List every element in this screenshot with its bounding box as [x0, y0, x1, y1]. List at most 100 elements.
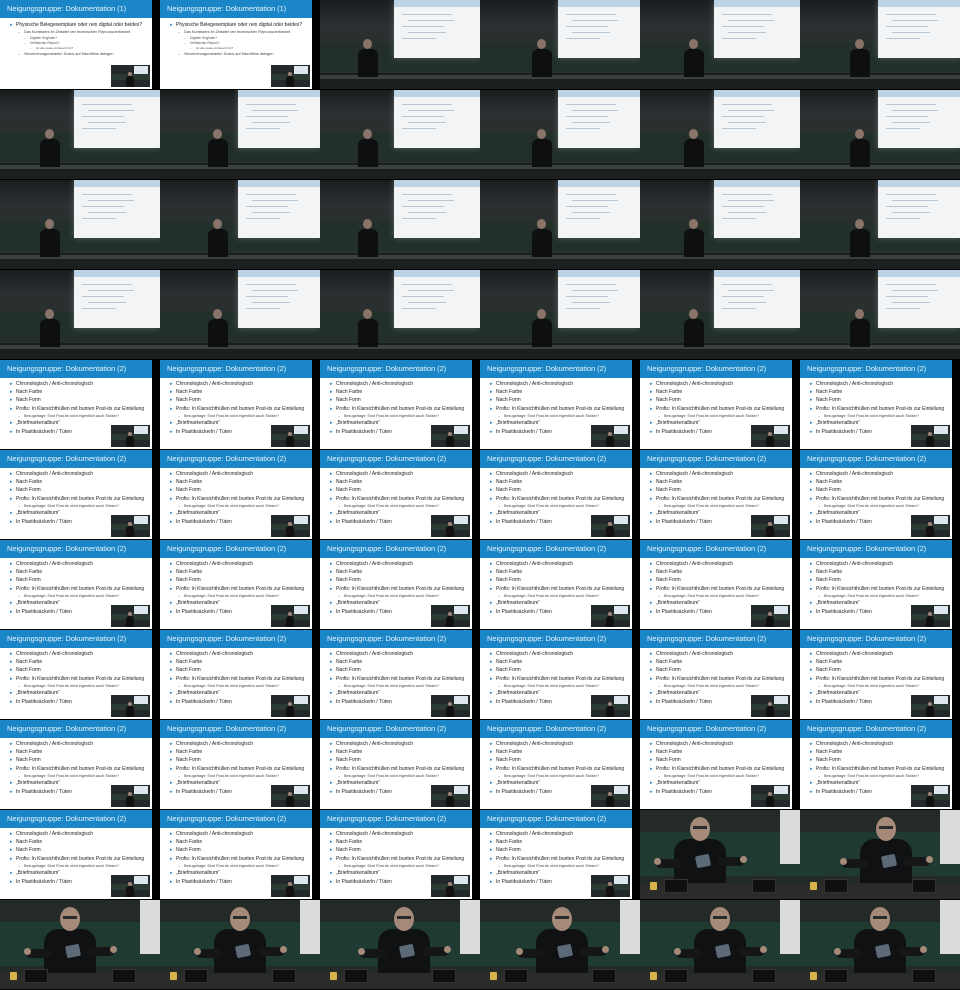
slide-bullet: Nach Farbe	[650, 568, 792, 576]
video-frame-thumbnail: Neigungsgruppe: Dokumentation (2) Chronol…	[480, 630, 632, 719]
projected-text-line	[402, 218, 436, 219]
video-frame-thumbnail: Neigungsgruppe: Dokumentation (1) Physisc…	[0, 0, 152, 89]
speaker-inset-thumbnail	[111, 605, 150, 627]
slide-bullet: Nach Farbe	[10, 388, 152, 396]
projection-screen	[394, 90, 480, 148]
projection-screen-edge	[620, 900, 640, 954]
projected-slide-header	[558, 180, 640, 187]
slide-title-bar: Neigungsgruppe: Dokumentation (2)	[320, 720, 472, 738]
laptop	[112, 969, 136, 983]
video-frame-thumbnail	[480, 180, 640, 269]
slide-title-bar: Neigungsgruppe: Dokumentation (2)	[160, 630, 312, 648]
projected-text-line	[402, 38, 436, 39]
slide-bullet: Chronologisch / Anti-chronologisch	[10, 560, 152, 568]
speaker-glasses	[693, 826, 707, 829]
speaker-body	[850, 139, 870, 167]
video-frame-thumbnail: Neigungsgruppe: Dokumentation (2) Chronol…	[640, 360, 792, 449]
slide-bullet: Das Kunstwerk im Zeitalter der technisch…	[18, 29, 152, 36]
slide-bullet: Nach Form	[490, 396, 632, 404]
speaker-inset-thumbnail	[271, 65, 310, 87]
video-frame-thumbnail	[320, 900, 480, 989]
slide-title: Neigungsgruppe: Dokumentation (2)	[327, 454, 447, 463]
projected-slide-header	[878, 180, 960, 187]
slide-bullet: Chronologisch / Anti-chronologisch	[490, 740, 632, 748]
speaker-glasses	[873, 916, 887, 919]
video-frame-thumbnail: Neigungsgruppe: Dokumentation (2) Chronol…	[160, 810, 312, 899]
slide-title: Neigungsgruppe: Dokumentation (2)	[167, 454, 287, 463]
inset-speaker-body	[286, 706, 294, 717]
projected-text-line	[252, 212, 290, 213]
projected-text-line	[886, 218, 920, 219]
projected-text-line	[722, 26, 764, 27]
speaker-body	[684, 139, 704, 167]
speaker-inset-thumbnail	[591, 695, 630, 717]
projected-text-line	[252, 122, 290, 123]
speaker-body	[40, 139, 60, 167]
speaker-body	[358, 229, 378, 257]
projected-text-line	[82, 284, 132, 285]
slide-bullet: Nach Form	[330, 756, 472, 764]
video-frame-thumbnail: Neigungsgruppe: Dokumentation (2) Chronol…	[640, 540, 792, 629]
slide-bullet: Bezugsfrage: Sind Post-its nicht eigentl…	[658, 683, 792, 690]
slide-bullet: Chronologisch / Anti-chronologisch	[170, 740, 312, 748]
cup	[490, 972, 497, 980]
projected-text-line	[246, 296, 288, 297]
speaker-head	[213, 309, 222, 319]
slide-title: Neigungsgruppe: Dokumentation (2)	[167, 634, 287, 643]
slide-title: Neigungsgruppe: Dokumentation (2)	[167, 364, 287, 373]
slide-bullet: Nach Farbe	[170, 478, 312, 486]
inset-projection-screen	[774, 606, 788, 614]
slide-bullet: Nach Form	[490, 666, 632, 674]
inset-projection-screen	[134, 696, 148, 704]
projected-text-line	[572, 200, 618, 201]
inset-projection-screen	[294, 516, 308, 524]
video-frame-thumbnail	[0, 180, 160, 269]
speaker-hand	[674, 948, 681, 955]
slide-bullet: Profis: In Klarsichthüllen mit bunten Po…	[490, 675, 632, 683]
projected-text-line	[892, 122, 930, 123]
slide-title: Neigungsgruppe: Dokumentation (2)	[7, 724, 127, 733]
projected-text-line	[886, 38, 920, 39]
lecture-desk	[480, 165, 640, 169]
inset-projection-screen	[934, 786, 948, 794]
slide-title: Neigungsgruppe: Dokumentation (2)	[7, 544, 127, 553]
projected-slide-header	[74, 180, 160, 187]
inset-speaker-body	[446, 706, 454, 717]
slide-title-bar: Neigungsgruppe: Dokumentation (2)	[0, 540, 152, 558]
slide-bullet: Bezugsfrage: Sind Post-its nicht eigentl…	[338, 863, 472, 870]
projection-screen	[878, 90, 960, 148]
slide-title: Neigungsgruppe: Dokumentation (2)	[647, 454, 767, 463]
projected-slide-header	[714, 180, 800, 187]
projection-screen	[394, 0, 480, 58]
inset-speaker-body	[286, 76, 294, 87]
projected-text-line	[722, 296, 764, 297]
projected-text-line	[82, 308, 116, 309]
inset-projection-screen	[454, 426, 468, 434]
slide-bullet: Nach Farbe	[330, 748, 472, 756]
video-frame-thumbnail	[0, 900, 160, 989]
slide-bullet: Bezugsfrage: Sind Post-its nicht eigentl…	[18, 593, 152, 600]
slide-bullet: Bezugsfrage: Sind Post-its nicht eigentl…	[818, 773, 952, 780]
slide-bullet: Nach Farbe	[650, 748, 792, 756]
slide-bullet: Nach Form	[170, 666, 312, 674]
video-frame-thumbnail	[320, 270, 480, 359]
slide-bullet: Chronologisch / Anti-chronologisch	[650, 740, 792, 748]
inset-speaker-body	[926, 616, 934, 627]
speaker-hand	[926, 856, 933, 863]
projected-slide-header	[394, 270, 480, 277]
slide-title-bar: Neigungsgruppe: Dokumentation (2)	[0, 630, 152, 648]
speaker-inset-thumbnail	[751, 425, 790, 447]
slide-bullet: Chronologisch / Anti-chronologisch	[330, 650, 472, 658]
projected-text-line	[886, 104, 936, 105]
speaker-inset-thumbnail	[751, 605, 790, 627]
video-frame-thumbnail: Neigungsgruppe: Dokumentation (2) Chronol…	[640, 630, 792, 719]
speaker-inset-thumbnail	[911, 425, 950, 447]
inset-projection-screen	[774, 516, 788, 524]
slide-bullet: Das Kunstwerk im Zeitalter der technisch…	[178, 29, 312, 36]
inset-speaker-body	[126, 886, 134, 897]
slide-bullet: Nach Farbe	[330, 388, 472, 396]
projected-text-line	[252, 200, 298, 201]
slide-bullet: Nach Farbe	[490, 388, 632, 396]
slide-bullet: Nach Farbe	[810, 478, 952, 486]
speaker-head	[537, 129, 546, 139]
